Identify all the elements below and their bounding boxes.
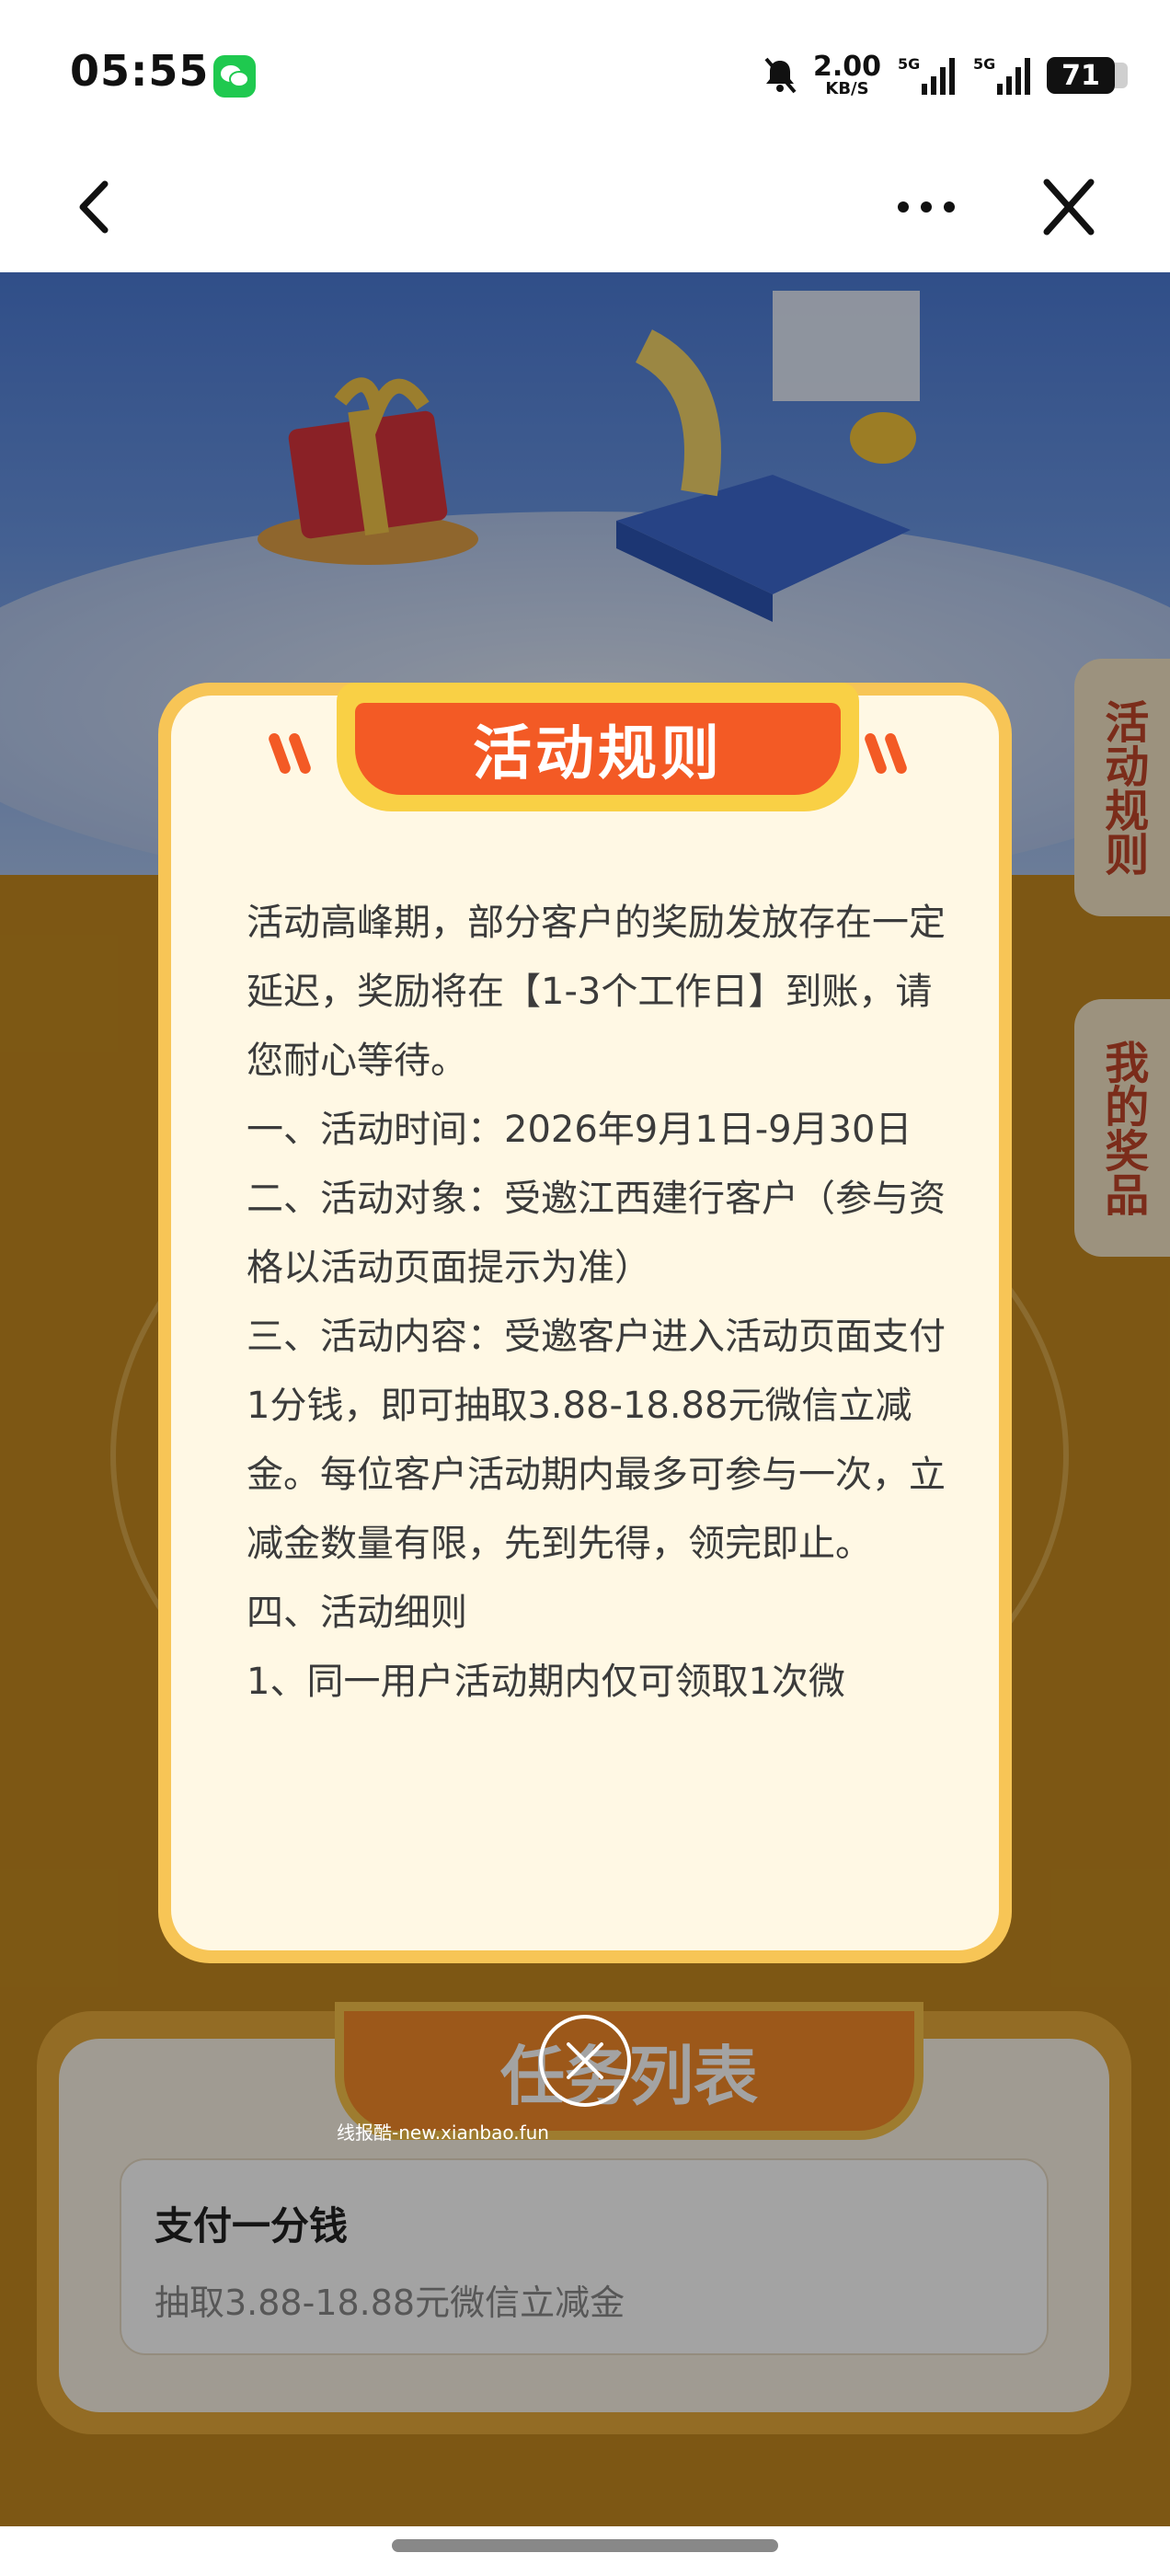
rules-paragraph: 1、同一用户活动期内仅可领取1次微 [247,1661,845,1703]
clock: 05:55 [70,46,210,96]
modal-close-button[interactable] [539,2015,631,2107]
rules-modal-inner: 活动规则 活动高峰期，部分客户的奖励发放存在一定延迟，奖励将在【1-3个工作日】… [171,683,999,1950]
rules-paragraph: 四、活动细则 [247,1592,467,1634]
close-icon[interactable] [1032,175,1106,239]
status-icons: 2.00 KB/S 5G 5G 71 [762,48,1128,103]
signal-5g-icon: 5G [973,55,1030,95]
mute-bell-icon [764,57,797,94]
close-icon [567,2042,603,2079]
title-decoration [287,731,313,776]
watermark: 线报酷-new.xianbao.fun [337,2122,549,2144]
signal-5g-icon: 5G [898,55,955,95]
title-decoration [883,731,909,776]
battery-icon: 71 [1047,57,1128,94]
more-dots-icon[interactable] [894,175,958,239]
modal-title: 活动规则 [355,703,841,795]
status-bar: 05:55 2.00 KB/S 5G 5G 71 [0,0,1170,138]
modal-title-wrap: 活动规则 [337,683,859,811]
svg-text:5G: 5G [973,55,995,73]
wechat-icon [213,55,256,98]
rules-paragraph: 一、活动时间：2026年9月1日-9月30日 [247,1109,912,1151]
net-speed: 2.00 KB/S [812,51,881,98]
nav-bar [0,138,1170,272]
rules-paragraph: 三、活动内容：受邀客户进入活动页面支付1分钱，即可抽取3.88-18.88元微信… [247,1316,946,1565]
home-indicator[interactable] [392,2539,778,2552]
svg-text:5G: 5G [898,55,920,73]
chevron-left-icon[interactable] [64,175,129,239]
rules-text[interactable]: 活动高峰期，部分客户的奖励发放存在一定延迟，奖励将在【1-3个工作日】到账，请您… [247,889,946,1717]
rules-paragraph: 活动高峰期，部分客户的奖励发放存在一定延迟，奖励将在【1-3个工作日】到账，请您… [247,902,946,1082]
rules-modal: 活动规则 活动高峰期，部分客户的奖励发放存在一定延迟，奖励将在【1-3个工作日】… [158,683,1012,1963]
rules-paragraph: 二、活动对象：受邀江西建行客户（参与资格以活动页面提示为准） [247,1178,946,1289]
